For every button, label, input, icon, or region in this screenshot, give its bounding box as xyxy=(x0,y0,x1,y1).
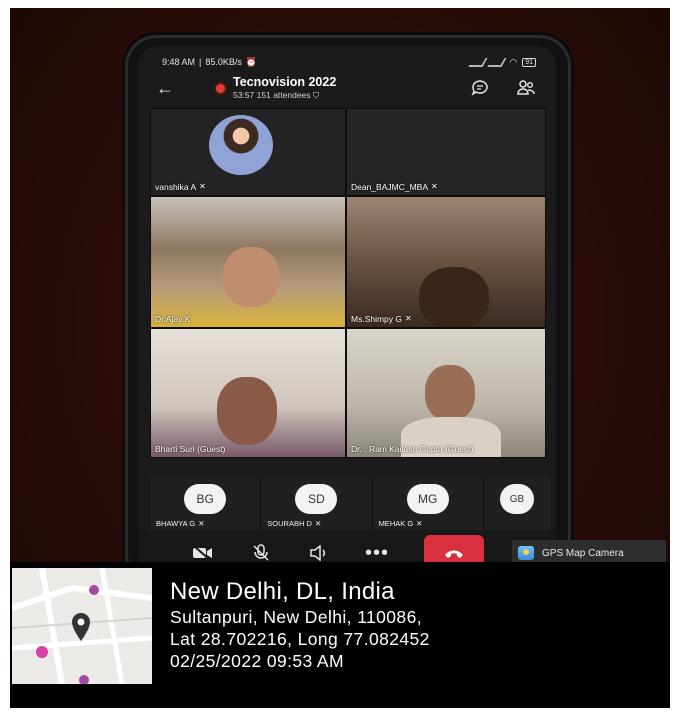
alarm-icon: ⏰ xyxy=(245,56,258,67)
chat-icon[interactable] xyxy=(470,78,490,98)
participant-strip: BG BHAWYA G ✕ SD SOURABH D ✕ MG MEHAK G … xyxy=(150,478,551,530)
participant-name: MEHAK G xyxy=(378,519,414,528)
signal-icon xyxy=(468,57,488,67)
location-pin-icon xyxy=(72,613,90,641)
participant-tile[interactable]: Bharti Suri (Guest) xyxy=(150,328,346,458)
video-grid: vanshika A ✕ Dean_BAJMC_MBA ✕ Dr.Ajay K xyxy=(150,108,546,476)
back-arrow-icon[interactable]: ← xyxy=(156,78,176,99)
video-feed-person xyxy=(223,247,279,307)
participant-tile-small[interactable]: BG BHAWYA G ✕ xyxy=(150,478,262,530)
recording-indicator-icon xyxy=(216,83,225,93)
participant-tile[interactable]: Dr.Ajay K xyxy=(150,196,346,328)
place-name: New Delhi, DL, India xyxy=(170,578,395,605)
status-time: 9:48 AM xyxy=(162,57,196,67)
participant-name: Dr.Ajay K xyxy=(155,314,191,324)
meeting-duration: 53:57 xyxy=(233,90,255,101)
participant-tile-small[interactable]: MG MEHAK G ✕ xyxy=(372,478,484,530)
shield-icon: ⛉ xyxy=(312,90,320,101)
network-speed: 85.0KB/s xyxy=(205,57,242,67)
video-feed-person xyxy=(425,365,475,421)
participant-tile-small[interactable]: GB xyxy=(483,478,551,530)
avatar xyxy=(209,115,273,175)
attendee-count: 151 attendees xyxy=(256,90,311,101)
location-overlay: New Delhi, DL, India Sultanpuri, New Del… xyxy=(10,562,670,708)
participant-name: SOURABH D xyxy=(267,519,312,528)
gps-badge-label: GPS Map Camera xyxy=(542,547,624,559)
mic-muted-icon: ✕ xyxy=(405,314,412,323)
participant-name: Bharti Suri (Guest) xyxy=(155,444,226,454)
mic-muted-icon: ✕ xyxy=(198,519,205,528)
location-text: New Delhi, DL, India Sultanpuri, New Del… xyxy=(170,578,430,672)
teams-meeting-screen: 9:48 AM | 85.0KB/s ⏰ ◠ 91 ← Tecnovision … xyxy=(138,46,556,576)
initials-avatar: MG xyxy=(406,484,449,514)
participant-name: Ms.Shimpy G xyxy=(351,314,403,324)
initials-avatar: BG xyxy=(184,484,227,514)
initials-avatar: SD xyxy=(295,484,338,514)
mic-muted-icon: ✕ xyxy=(314,519,322,528)
mic-muted-icon: ✕ xyxy=(416,519,423,528)
participant-name: BHAWYA G xyxy=(156,519,196,528)
participant-name: vanshika A xyxy=(155,182,197,192)
wifi-icon: ◠ xyxy=(509,56,518,67)
hangup-icon xyxy=(445,550,463,558)
participant-tile[interactable]: vanshika A ✕ xyxy=(150,108,346,196)
battery-icon: 91 xyxy=(522,57,536,67)
video-feed-person xyxy=(419,267,489,327)
address-line: Sultanpuri, New Delhi, 110086, xyxy=(170,607,422,627)
participants-icon[interactable] xyxy=(516,78,536,98)
video-feed-person xyxy=(217,377,277,445)
participant-tile-small[interactable]: SD SOURABH D ✕ xyxy=(261,478,373,530)
initials-avatar: GB xyxy=(499,484,534,514)
meeting-header: ← Tecnovision 2022 53:57 151 attendees ⛉ xyxy=(138,70,556,106)
meeting-title: Tecnovision 2022 xyxy=(233,74,337,89)
participant-name: Dean_BAJMC_MBA xyxy=(351,182,429,192)
participant-name: Dr. . Ram Kailash Gupta (Guest) xyxy=(351,444,474,454)
mic-muted-icon: ✕ xyxy=(431,182,438,191)
mic-muted-icon: ✕ xyxy=(199,182,206,191)
coordinates: Lat 28.702216, Long 77.082452 xyxy=(170,629,430,649)
mini-map xyxy=(12,568,152,684)
gps-camera-icon xyxy=(518,546,534,560)
signal-icon-2 xyxy=(487,57,507,67)
participant-tile[interactable]: Dr. . Ram Kailash Gupta (Guest) xyxy=(346,328,546,458)
meeting-subtitle: 53:57 151 attendees ⛉ xyxy=(233,91,336,100)
participant-tile[interactable]: Ms.Shimpy G ✕ xyxy=(346,196,546,328)
participant-tile[interactable]: Dean_BAJMC_MBA ✕ xyxy=(346,108,546,196)
timestamp: 02/25/2022 09:53 AM xyxy=(170,651,344,671)
status-bar: 9:48 AM | 85.0KB/s ⏰ ◠ 91 xyxy=(162,54,536,70)
phone-frame: 9:48 AM | 85.0KB/s ⏰ ◠ 91 ← Tecnovision … xyxy=(128,38,568,583)
